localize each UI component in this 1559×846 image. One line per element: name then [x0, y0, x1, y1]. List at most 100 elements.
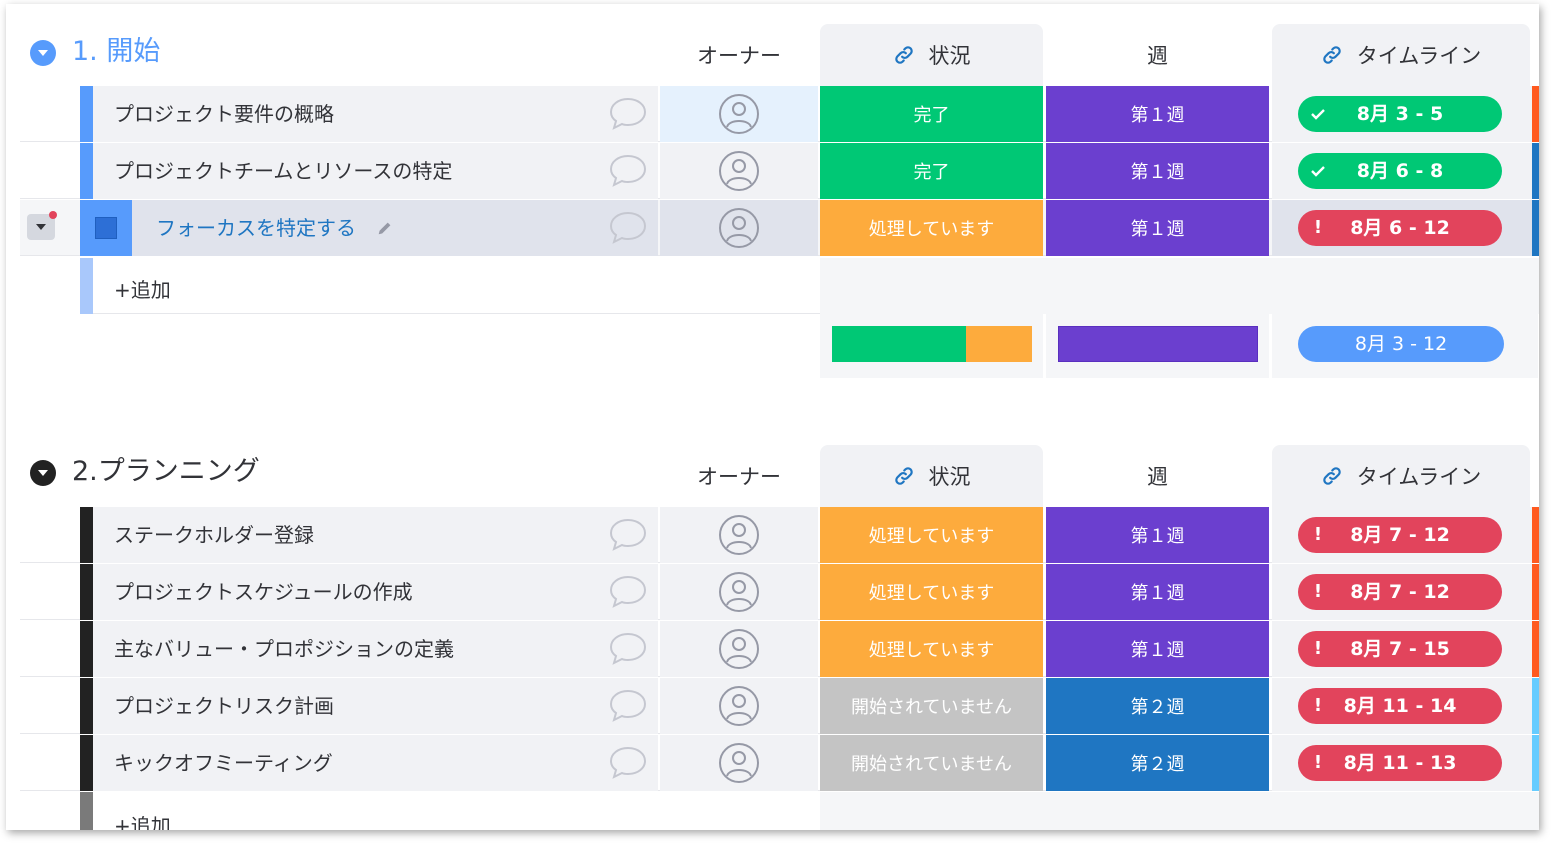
table-row[interactable]: プロジェクトチームとリソースの特定 完了 第１週 8月 6 - 8	[20, 143, 1539, 199]
column-header-timeline[interactable]: タイムライン	[1272, 445, 1530, 507]
timeline-pill[interactable]: ! 8月 6 - 12	[1298, 210, 1502, 246]
owner-cell[interactable]	[660, 564, 818, 620]
timeline-cell[interactable]: ! 8月 6 - 12	[1272, 200, 1538, 256]
column-header-status[interactable]: 状況	[820, 24, 1043, 86]
table-row[interactable]: プロジェクトスケジュールの作成 処理しています 第１週 ! 8月 7 - 12	[20, 564, 1539, 620]
item-name-cell[interactable]: プロジェクト要件の概略	[80, 86, 658, 142]
item-name-cell[interactable]: プロジェクトチームとリソースの特定	[80, 143, 658, 199]
comment-icon[interactable]	[608, 516, 648, 552]
timeline-pill[interactable]: ! 8月 7 - 12	[1298, 517, 1502, 553]
item-name[interactable]: プロジェクトスケジュールの作成	[114, 564, 413, 620]
item-name-cell[interactable]: プロジェクトリスク計画	[80, 678, 658, 734]
item-name-cell[interactable]: ステークホルダー登録	[80, 507, 658, 563]
column-header-timeline[interactable]: タイムライン	[1272, 24, 1530, 86]
week-distribution-bar[interactable]	[1058, 326, 1258, 362]
week-label[interactable]: 第２週	[1046, 735, 1269, 791]
column-header-week[interactable]: 週	[1046, 24, 1269, 86]
week-label[interactable]: 第２週	[1046, 678, 1269, 734]
comment-icon[interactable]	[608, 95, 648, 131]
table-row[interactable]: 主なバリュー・プロポジションの定義 処理しています 第１週 ! 8月 7 - 1…	[20, 621, 1539, 677]
comment-icon[interactable]	[608, 744, 648, 780]
item-name[interactable]: 主なバリュー・プロポジションの定義	[114, 621, 454, 677]
timeline-pill[interactable]: 8月 6 - 8	[1298, 153, 1502, 189]
week-label[interactable]: 第１週	[1046, 507, 1269, 563]
add-item-row[interactable]: +追加	[80, 258, 820, 314]
timeline-pill[interactable]: ! 8月 7 - 15	[1298, 631, 1502, 667]
timeline-range: 8月 6 - 8	[1356, 160, 1444, 182]
row-edge-marker	[1532, 678, 1539, 734]
timeline-cell[interactable]: ! 8月 11 - 14	[1272, 678, 1538, 734]
table-row[interactable]: プロジェクトリスク計画 開始されていません 第２週 ! 8月 11 - 14	[20, 678, 1539, 734]
status-label[interactable]: 開始されていません	[820, 678, 1043, 734]
column-header-status[interactable]: 状況	[820, 445, 1043, 507]
table-row[interactable]: キックオフミーティング 開始されていません 第２週 ! 8月 11 - 13	[20, 735, 1539, 791]
status-label[interactable]: 処理しています	[820, 200, 1043, 256]
group-collapse-toggle[interactable]	[30, 40, 56, 66]
timeline-cell[interactable]: ! 8月 7 - 12	[1272, 564, 1538, 620]
item-name-cell[interactable]: 主なバリュー・プロポジションの定義	[80, 621, 658, 677]
row-checkbox-area[interactable]	[80, 200, 132, 256]
week-label[interactable]: 第１週	[1046, 564, 1269, 620]
timeline-pill[interactable]: ! 8月 11 - 13	[1298, 745, 1502, 781]
owner-cell[interactable]	[660, 507, 818, 563]
table-row[interactable]: プロジェクト要件の概略 完了 第１週 8月 3 - 5	[20, 86, 1539, 142]
column-header-week[interactable]: 週	[1046, 445, 1269, 507]
timeline-pill[interactable]: 8月 3 - 5	[1298, 96, 1502, 132]
item-name[interactable]: プロジェクト要件の概略	[114, 86, 334, 142]
group-title[interactable]: 2.プランニング	[72, 455, 260, 489]
timeline-cell[interactable]: ! 8月 7 - 12	[1272, 507, 1538, 563]
row-checkbox[interactable]	[95, 217, 117, 239]
item-name-cell[interactable]: フォーカスを特定する	[80, 200, 658, 256]
status-label[interactable]: 完了	[820, 86, 1043, 142]
summary-status-cell	[820, 314, 1043, 378]
comment-icon[interactable]	[608, 630, 648, 666]
comment-icon[interactable]	[608, 209, 648, 245]
owner-cell[interactable]	[660, 86, 818, 142]
timeline-pill[interactable]: ! 8月 11 - 14	[1298, 688, 1502, 724]
timeline-cell[interactable]: ! 8月 11 - 13	[1272, 735, 1538, 791]
comment-icon[interactable]	[608, 573, 648, 609]
add-item-label[interactable]: +追加	[114, 810, 171, 830]
status-label[interactable]: 処理しています	[820, 507, 1043, 563]
owner-cell[interactable]	[660, 621, 818, 677]
comment-icon[interactable]	[608, 687, 648, 723]
item-name-cell[interactable]: プロジェクトスケジュールの作成	[80, 564, 658, 620]
item-name-cell[interactable]: キックオフミーティング	[80, 735, 658, 791]
item-name[interactable]: キックオフミーティング	[114, 735, 333, 791]
week-label[interactable]: 第１週	[1046, 200, 1269, 256]
status-distribution-bar[interactable]	[832, 326, 1032, 362]
owner-cell[interactable]	[660, 143, 818, 199]
item-name-editing[interactable]: フォーカスを特定する	[156, 200, 356, 256]
timeline-pill[interactable]: ! 8月 7 - 12	[1298, 574, 1502, 610]
timeline-cell[interactable]: ! 8月 7 - 15	[1272, 621, 1538, 677]
timeline-cell[interactable]: 8月 3 - 5	[1272, 86, 1538, 142]
add-row-filler	[820, 792, 1539, 830]
owner-cell[interactable]	[660, 678, 818, 734]
comment-icon[interactable]	[608, 152, 648, 188]
item-name[interactable]: プロジェクトチームとリソースの特定	[114, 143, 452, 199]
add-item-label[interactable]: +追加	[114, 274, 171, 303]
column-header-owner[interactable]: オーナー	[660, 445, 818, 507]
row-menu-button[interactable]	[27, 211, 57, 240]
timeline-summary-pill[interactable]: 8月 3 - 12	[1298, 326, 1504, 362]
add-item-row[interactable]: +追加	[80, 792, 820, 830]
timeline-cell[interactable]: 8月 6 - 8	[1272, 143, 1538, 199]
group-title[interactable]: 1. 開始	[72, 35, 160, 69]
status-label[interactable]: 完了	[820, 143, 1043, 199]
owner-cell[interactable]	[660, 200, 818, 256]
table-row[interactable]: ステークホルダー登録 処理しています 第１週 ! 8月 7 - 12	[20, 507, 1539, 563]
week-label[interactable]: 第１週	[1046, 143, 1269, 199]
week-label[interactable]: 第１週	[1046, 86, 1269, 142]
table-row-selected[interactable]: フォーカスを特定する 処理しています 第１週 ! 8月 6 - 12	[20, 200, 1539, 256]
status-label[interactable]: 処理しています	[820, 564, 1043, 620]
item-name[interactable]: プロジェクトリスク計画	[114, 678, 334, 734]
item-name[interactable]: ステークホルダー登録	[114, 507, 314, 563]
group-color-bar	[80, 143, 93, 199]
pencil-icon[interactable]	[376, 219, 394, 237]
group-collapse-toggle[interactable]	[30, 460, 56, 486]
week-label[interactable]: 第１週	[1046, 621, 1269, 677]
status-label[interactable]: 処理しています	[820, 621, 1043, 677]
status-label[interactable]: 開始されていません	[820, 735, 1043, 791]
column-header-owner[interactable]: オーナー	[660, 24, 818, 86]
owner-cell[interactable]	[660, 735, 818, 791]
